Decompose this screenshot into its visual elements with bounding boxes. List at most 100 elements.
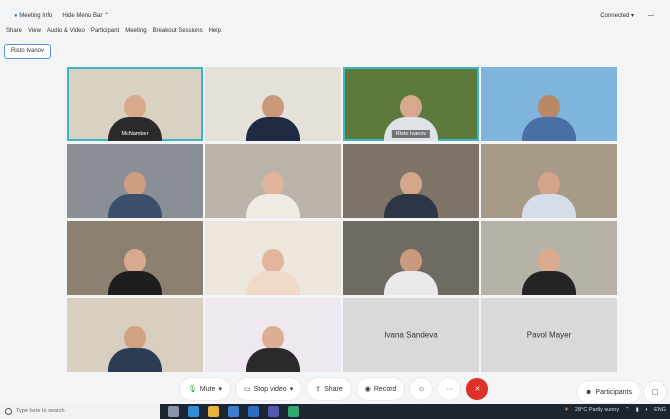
- video-tile[interactable]: [343, 144, 479, 218]
- participant-head: [538, 249, 560, 273]
- more-options-button[interactable]: ···: [438, 378, 461, 400]
- menu-item-meeting[interactable]: Meeting: [125, 28, 146, 34]
- hide-menu-bar-button[interactable]: Hide Menu Bar ⌃: [62, 12, 109, 19]
- participant-body: [384, 271, 438, 295]
- video-tile[interactable]: [205, 67, 341, 141]
- participant-body: [522, 117, 576, 141]
- video-tile[interactable]: [343, 221, 479, 295]
- participant-name: Pavol Mayer: [526, 330, 572, 340]
- participant-head: [400, 95, 422, 119]
- video-tile[interactable]: [481, 144, 617, 218]
- video-tile[interactable]: Ivana Sandeva: [343, 298, 479, 372]
- file-explorer-icon[interactable]: [208, 406, 219, 417]
- menu-item-view[interactable]: View: [28, 28, 41, 34]
- video-tile[interactable]: Risto Ivanov: [343, 67, 479, 141]
- participant-body: [522, 194, 576, 218]
- mute-button[interactable]: 🎙 Mute ▾: [180, 378, 230, 400]
- chevron-down-icon: ▾: [289, 386, 294, 393]
- weather-text[interactable]: 28°C Partly sunny: [575, 407, 619, 413]
- language-indicator[interactable]: ENG: [654, 407, 666, 413]
- connection-label: Connected: [600, 13, 630, 19]
- search-icon: [5, 408, 12, 415]
- network-icon[interactable]: ▮: [636, 407, 639, 413]
- weather-icon: ☀: [564, 407, 570, 413]
- record-label: Record: [373, 385, 397, 393]
- record-icon: ◉: [364, 386, 371, 393]
- video-tile[interactable]: [481, 67, 617, 141]
- search-placeholder: Type here to search: [16, 408, 65, 414]
- chevron-up-icon: ⌃: [104, 13, 110, 19]
- task-view-icon[interactable]: [168, 406, 179, 417]
- share-screen-icon: ⇪: [315, 386, 322, 393]
- taskbar-apps: [168, 406, 299, 417]
- store-icon[interactable]: [228, 406, 239, 417]
- record-button[interactable]: ◉ Record: [356, 378, 405, 400]
- video-tile[interactable]: [205, 221, 341, 295]
- stop-video-label: Stop video: [253, 385, 287, 393]
- participant-head: [538, 172, 560, 196]
- participant-body: [246, 348, 300, 372]
- chevron-up-icon[interactable]: ⌃: [625, 407, 630, 413]
- edge-browser-icon[interactable]: [188, 406, 199, 417]
- active-speaker-label: Risto Ivanov: [11, 48, 45, 54]
- participants-button[interactable]: ☻ Participants: [577, 381, 640, 403]
- video-tile[interactable]: [481, 221, 617, 295]
- mail-icon[interactable]: [248, 406, 259, 417]
- participant-body: [384, 194, 438, 218]
- connection-status[interactable]: Connected ▾: [600, 12, 634, 19]
- meeting-info-label: Meeting Info: [19, 12, 53, 19]
- more-options-icon: ···: [445, 385, 453, 393]
- mute-label: Mute: [199, 385, 216, 393]
- video-tile[interactable]: Pavol Mayer: [481, 298, 617, 372]
- meeting-controls: 🎙 Mute ▾ ▭ Stop video ▾ ⇪ Share ◉ Record…: [180, 378, 489, 400]
- minimize-icon[interactable]: —: [648, 13, 654, 19]
- participant-head: [538, 95, 560, 119]
- teams-icon[interactable]: [268, 406, 279, 417]
- participant-video: [246, 172, 300, 218]
- chevron-down-icon: ▾: [630, 13, 634, 19]
- participant-head: [124, 172, 146, 196]
- participant-name: Ivana Sandeva: [384, 330, 438, 340]
- menu-item-share[interactable]: Share: [6, 28, 22, 34]
- participant-name-tag: Risto Ivanov: [391, 130, 431, 138]
- participant-video: [384, 172, 438, 218]
- menu-item-breakout-sessions[interactable]: Breakout Sessions: [153, 28, 203, 34]
- menu-item-help[interactable]: Help: [209, 28, 221, 34]
- close-icon: ✕: [474, 386, 481, 393]
- side-panel-controls: ☻ Participants ▢: [577, 381, 666, 403]
- participant-head: [262, 326, 284, 350]
- participant-head: [124, 95, 146, 119]
- participant-head: [400, 249, 422, 273]
- menu-item-audio-video[interactable]: Audio & Video: [47, 28, 85, 34]
- chat-button[interactable]: ▢: [644, 381, 666, 403]
- hide-menu-bar-label: Hide Menu Bar: [62, 13, 103, 19]
- video-tile[interactable]: [67, 298, 203, 372]
- microphone-icon: 🎙: [188, 386, 197, 393]
- people-icon: ☻: [585, 388, 593, 396]
- menu-item-participant[interactable]: Participant: [91, 28, 119, 34]
- participant-video: [384, 249, 438, 295]
- participant-video: [246, 95, 300, 141]
- taskbar-search[interactable]: Type here to search: [0, 404, 160, 419]
- participant-body: [522, 271, 576, 295]
- video-tile[interactable]: [67, 144, 203, 218]
- participant-body: [108, 271, 162, 295]
- video-tile[interactable]: [205, 144, 341, 218]
- video-tile[interactable]: McNamber: [67, 67, 203, 141]
- participant-video: [522, 249, 576, 295]
- video-tile[interactable]: [67, 221, 203, 295]
- windows-taskbar: Type here to search ☀ 28°C Partly sunny …: [0, 404, 670, 419]
- share-button[interactable]: ⇪ Share: [307, 378, 351, 400]
- volume-icon[interactable]: ◖: [645, 407, 648, 413]
- participant-video: [108, 326, 162, 372]
- participant-head: [262, 95, 284, 119]
- stop-video-button[interactable]: ▭ Stop video ▾: [235, 378, 302, 400]
- meeting-info-button[interactable]: ● Meeting Info: [14, 13, 52, 19]
- active-speaker-chip[interactable]: Risto Ivanov: [4, 44, 52, 59]
- leave-meeting-button[interactable]: ✕: [466, 378, 489, 400]
- webex-icon[interactable]: [288, 406, 299, 417]
- participant-name-tag: McNamber: [117, 130, 153, 138]
- video-tile[interactable]: [205, 298, 341, 372]
- reactions-button[interactable]: ☺: [410, 378, 433, 400]
- participants-label: Participants: [595, 388, 632, 396]
